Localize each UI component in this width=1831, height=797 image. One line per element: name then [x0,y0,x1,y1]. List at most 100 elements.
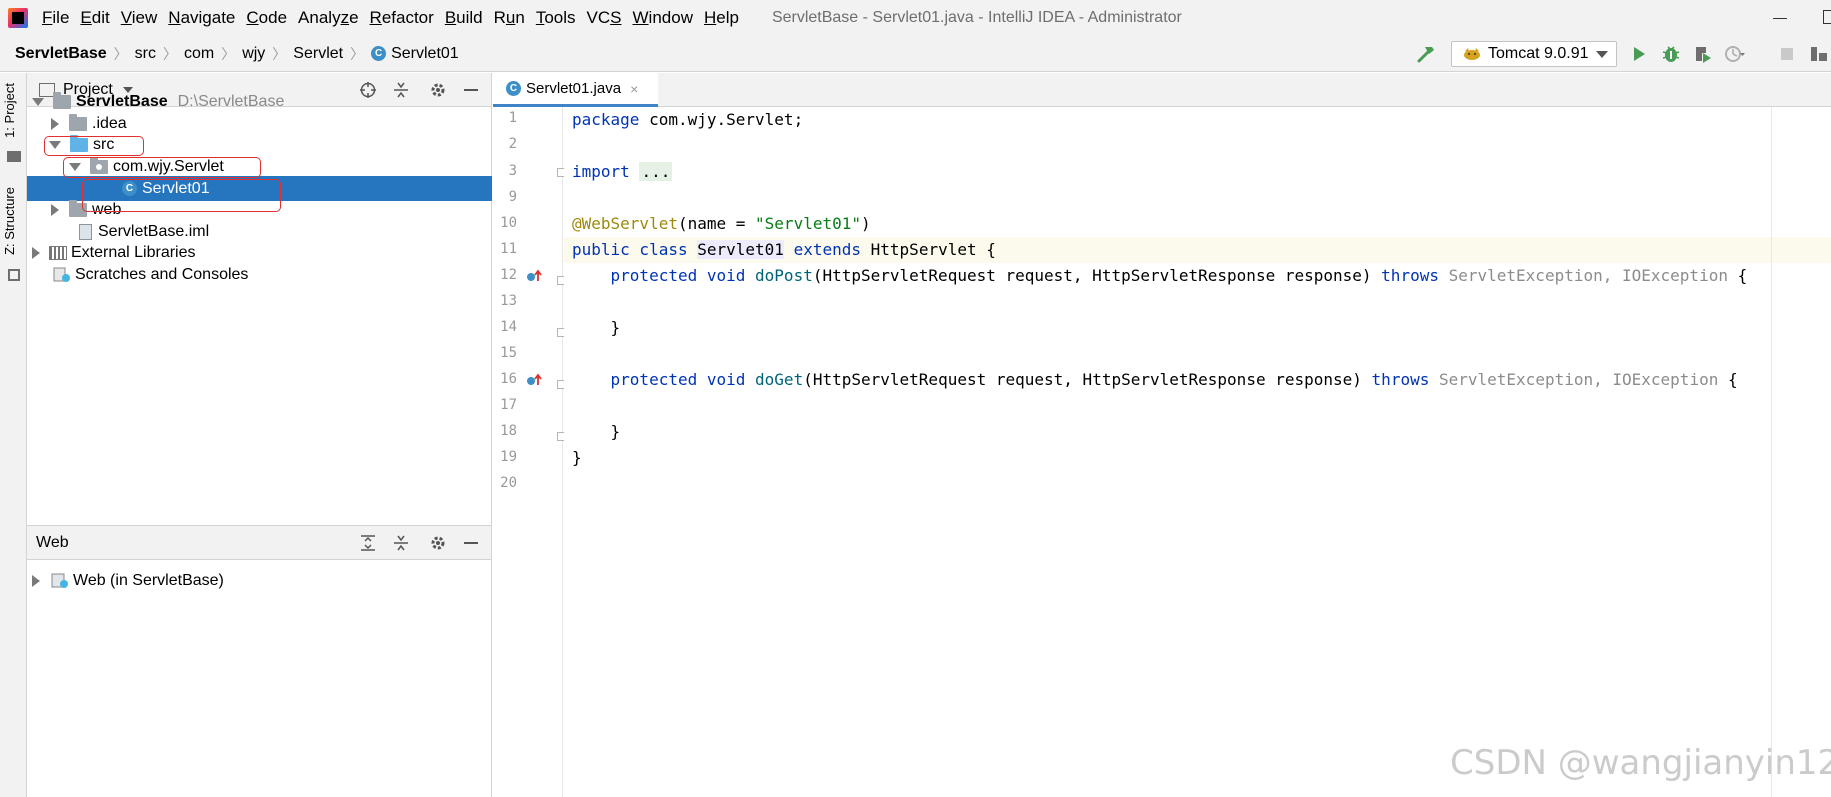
code-line-18: } [572,422,621,441]
keyword: public class [572,240,688,259]
close-icon[interactable]: × [630,81,638,97]
collapse-all-icon[interactable] [392,534,410,552]
expanded-arrow-icon[interactable] [32,97,44,106]
collapsed-arrow-icon[interactable] [32,246,40,259]
editor-tab-bar: C Servlet01.java × [493,73,1831,107]
tree-item-label: ServletBase [76,92,168,110]
method-name: doGet [755,370,804,389]
menu-run[interactable]: Run [494,8,525,28]
menu-window[interactable]: Window [633,8,693,28]
module-folder-icon [53,91,71,109]
tab-servlet01-java[interactable]: C Servlet01.java × [493,73,658,107]
breadcrumb-src[interactable]: src [135,45,156,63]
menu-refactor[interactable]: Refactor [370,8,434,28]
maximize-button[interactable] [1823,10,1831,24]
chevron-right-icon: 〉 [162,45,177,62]
collapsed-arrow-icon[interactable] [51,117,59,130]
run-icon[interactable] [1628,44,1650,64]
tree-item-label: Scratches and Consoles [75,265,249,283]
minimize-button[interactable] [1773,10,1789,26]
folder-icon [7,151,21,162]
keyword: protected void [610,370,746,389]
debug-icon[interactable] [1660,44,1682,64]
expand-all-icon[interactable] [359,534,377,552]
hammer-build-icon[interactable] [1415,44,1437,64]
web-tool-window: Web Web (in ServletBase) [27,525,492,797]
folded-imports[interactable]: ... [639,162,673,181]
tree-item-label: ServletBase.iml [98,222,210,240]
watermark: CSDN @wangjianyin123 [1450,743,1831,783]
code-text: (name = [677,214,756,233]
breadcrumb-servlet[interactable]: Servlet [293,45,343,63]
line-number: 15 [500,345,517,361]
line-number: 11 [500,241,517,257]
menu-vcs[interactable]: VCS [587,8,622,28]
line-number: 17 [500,397,517,413]
window-title: ServletBase - Servlet01.java - IntelliJ … [771,9,1182,26]
code-line-14: } [572,318,621,337]
right-margin-guide [1771,107,1772,797]
line-number: 20 [500,475,517,491]
code-editor[interactable]: package com.wjy.Servlet; import ... @Web… [564,107,1831,797]
menu-navigate[interactable]: Navigate [168,8,235,28]
code-text: { [1718,370,1738,389]
highlight-box [82,179,281,212]
chevron-right-icon: 〉 [272,45,287,62]
folder-icon [69,113,87,131]
menu-edit[interactable]: Edit [80,8,109,28]
breadcrumb-com[interactable]: com [184,45,214,63]
module-file-icon [79,223,92,240]
project-structure-icon[interactable] [1808,44,1830,64]
run-configuration-label: Tomcat 9.0.91 [1488,45,1589,62]
keyword: throws [1371,370,1430,389]
annotation: @WebServlet [572,214,678,233]
menu-help[interactable]: Help [704,8,739,28]
gear-icon[interactable] [429,534,447,552]
menu-view[interactable]: View [121,8,158,28]
code-text: , [1593,370,1613,389]
structure-icon [8,269,20,281]
code-line-16: protected void doGet(HttpServletRequest … [572,367,1738,393]
exception-type: IOException [1612,370,1719,389]
menu-build[interactable]: Build [445,8,483,28]
tree-item-scratches[interactable]: Scratches and Consoles [27,262,492,287]
code-line-19: } [572,448,582,467]
collapsed-arrow-icon[interactable] [51,203,59,216]
run-with-coverage-icon[interactable] [1692,44,1714,64]
project-tool-tab[interactable]: 1: Project [2,83,17,138]
menu-items: File Edit View Navigate Code Analyze Refactor B… [42,8,750,28]
override-method-icon[interactable] [526,373,542,387]
chevron-right-icon: 〉 [113,45,128,62]
project-tool-tab-label: 1: Project [2,83,17,138]
breadcrumb-servlet01[interactable]: Servlet01 [391,45,459,63]
menu-analyze[interactable]: Analyze [298,8,359,28]
tree-item-web-module[interactable]: Web (in ServletBase) [27,568,492,593]
line-number: 9 [508,189,517,205]
breadcrumb-wjy[interactable]: wjy [242,45,265,63]
highlight-box [44,136,144,156]
stop-icon[interactable] [1776,44,1798,64]
menu-code[interactable]: Code [246,8,287,28]
line-number: 13 [500,293,517,309]
hide-panel-icon[interactable] [462,534,480,552]
structure-tool-tab[interactable]: Z: Structure [2,187,17,255]
class-name: Servlet01 [697,240,784,259]
line-number: 18 [500,423,517,439]
code-text: , [1602,266,1622,285]
project-path: D:\ServletBase [177,92,285,110]
override-method-icon[interactable] [526,269,542,283]
line-number: 16 [500,371,517,387]
breadcrumb-project[interactable]: ServletBase [15,45,107,63]
code-line-10: @WebServlet(name = "Servlet01") [572,211,871,237]
collapsed-arrow-icon[interactable] [32,574,40,587]
profile-icon[interactable] [1724,44,1746,64]
method-name: doPost [755,266,813,285]
menu-file[interactable]: File [42,8,69,28]
chevron-right-icon: 〉 [221,45,236,62]
menu-tools[interactable]: Tools [536,8,576,28]
exception-type: ServletException [1448,266,1603,285]
chevron-down-icon [1596,51,1608,58]
code-text: ) [861,214,871,233]
run-configuration-selector[interactable]: Tomcat 9.0.91 [1451,41,1617,67]
